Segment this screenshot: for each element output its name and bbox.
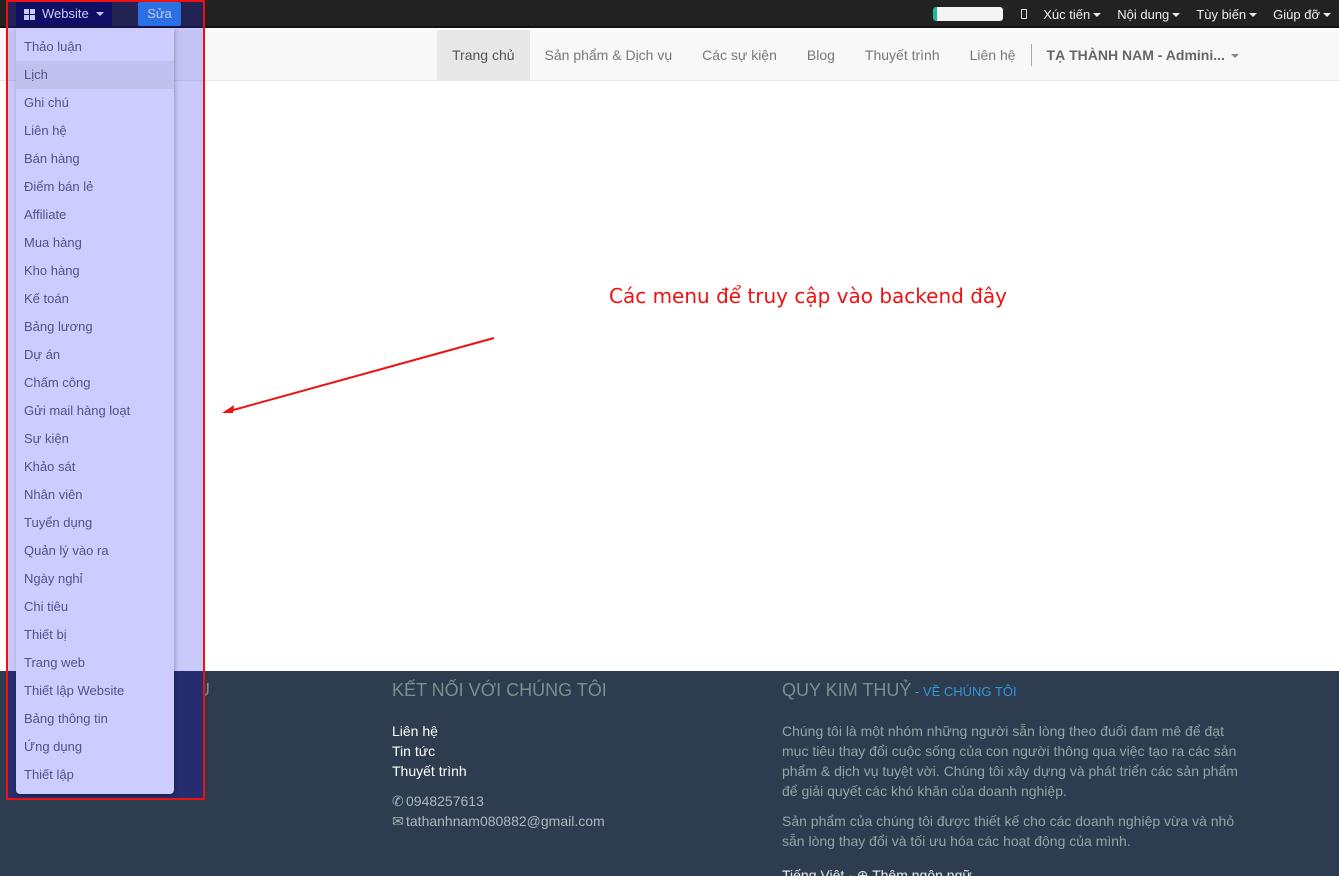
language-row: Tiếng Việt · ⊕ Thêm ngôn ngữ <box>782 867 1242 876</box>
topbar-right: Xúc tiến Nội dung Tùy biến Giúp đỡ <box>933 0 1339 28</box>
nav-products-services[interactable]: Sản phẩm & Dịch vụ <box>530 30 688 80</box>
progress-bar <box>933 7 1004 21</box>
nav-contact[interactable]: Liên hệ <box>955 30 1031 80</box>
caret-down-icon <box>1172 13 1181 18</box>
user-name: TẠ THÀNH NAM - Admini... <box>1046 47 1225 63</box>
footer-links: Liên hệ Tin tức Thuyết trình <box>392 721 607 781</box>
nav-presentations[interactable]: Thuyết trình <box>850 30 955 80</box>
footer-phone: ✆ 0948257613 <box>392 791 607 811</box>
menu-customize[interactable]: Tùy biến <box>1196 6 1258 22</box>
nav-home[interactable]: Trang chủ <box>437 30 530 80</box>
footer-about-para2: Sản phẩm của chúng tôi được thiết kế cho… <box>782 813 1235 849</box>
menu-help-label: Giúp đỡ <box>1273 6 1320 22</box>
caret-down-icon <box>1249 13 1258 18</box>
caret-down-icon <box>1093 13 1102 18</box>
menu-promote-label: Xúc tiến <box>1043 6 1091 22</box>
footer-email[interactable]: ✉ tathanhnam080882@gmail.com <box>392 811 607 831</box>
footer-contact: ✆ 0948257613 ✉ tathanhnam080882@gmail.com <box>392 791 607 831</box>
footer-link-news[interactable]: Tin tức <box>392 741 607 761</box>
nav-items: Trang chủ Sản phẩm & Dịch vụ Các sự kiện… <box>437 30 1254 80</box>
about-us-link[interactable]: VỀ CHÚNG TÔI <box>923 684 1017 699</box>
email-address: tathanhnam080882@gmail.com <box>406 813 605 829</box>
phone-icon: ✆ <box>392 793 404 809</box>
annotation-red-box <box>6 0 205 800</box>
company-name: QUY KIM THUỶ <box>782 680 912 700</box>
nav-events[interactable]: Các sự kiện <box>687 30 792 80</box>
menu-promote[interactable]: Xúc tiến <box>1043 6 1102 22</box>
user-menu[interactable]: TẠ THÀNH NAM - Admini... <box>1032 30 1254 80</box>
phone-number: 0948257613 <box>406 793 484 809</box>
mobile-preview-icon[interactable] <box>1021 9 1028 19</box>
menu-content[interactable]: Nội dung <box>1117 6 1181 22</box>
footer-about-para1: Chúng tôi là một nhóm những người sẵn lò… <box>782 723 1238 799</box>
plus-circle-icon: ⊕ <box>856 867 869 876</box>
language-current[interactable]: Tiếng Việt <box>782 867 844 876</box>
footer-about-heading: QUY KIM THUỶ - VỀ CHÚNG TÔI <box>782 680 1017 700</box>
footer-link-contact[interactable]: Liên hệ <box>392 721 607 741</box>
menu-content-label: Nội dung <box>1117 6 1170 22</box>
caret-down-icon <box>1323 13 1331 18</box>
footer-link-presentations[interactable]: Thuyết trình <box>392 761 607 781</box>
caret-down-icon <box>1230 54 1239 59</box>
envelope-icon: ✉ <box>392 813 404 829</box>
nav-blog[interactable]: Blog <box>792 30 850 80</box>
add-language-link[interactable]: Thêm ngôn ngữ <box>872 867 972 876</box>
footer-col-connect: KẾT NỐI VỚI CHÚNG TÔI Liên hệ Tin tức Th… <box>392 671 607 831</box>
annotation-text: Các menu để truy cập vào backend đây <box>609 284 1007 308</box>
menu-help[interactable]: Giúp đỡ <box>1273 7 1331 22</box>
footer-col-about: QUY KIM THUỶ - VỀ CHÚNG TÔI Chúng tôi là… <box>782 671 1242 876</box>
footer-connect-heading: KẾT NỐI VỚI CHÚNG TÔI <box>392 680 607 700</box>
menu-customize-label: Tùy biến <box>1196 6 1247 22</box>
